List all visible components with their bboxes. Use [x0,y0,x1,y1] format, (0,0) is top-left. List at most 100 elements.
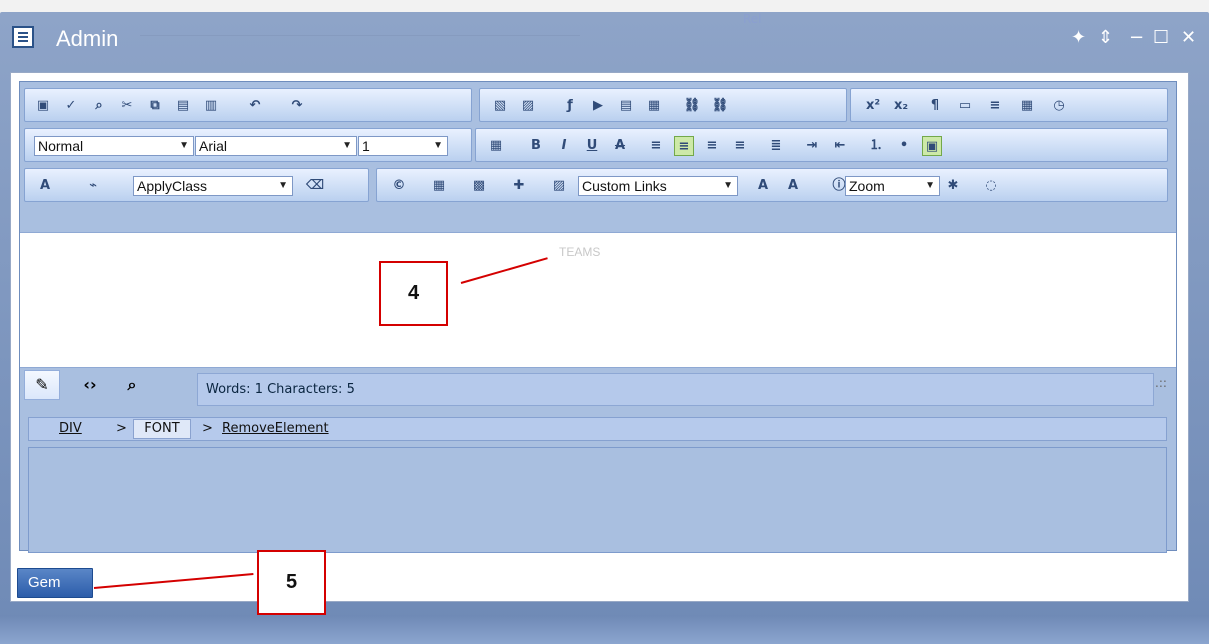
toolbar-group-classes: A ⌁ ApplyClass ▼ ⌫ [24,168,369,202]
italic-icon[interactable]: I [554,136,574,156]
justify-icon[interactable]: ≡ [730,136,750,156]
custom-links-select-value: Custom Links [582,178,667,194]
window-content: ▣ ✓ ⌕ ✂ ⧉ ▤ ▥ ↶ ↷ ▧ ▨ ƒ ▶ ▤ ▦ ⛓ ⛓ x² x₂ … [10,72,1189,615]
subscript-icon[interactable]: x₂ [891,96,911,116]
font-color-icon[interactable]: A [35,176,55,196]
bold-icon[interactable]: B [526,136,546,156]
word-count: Words: 1 Characters: 5 [197,373,1154,406]
paste-options-icon[interactable]: ▥ [201,96,221,116]
redo-icon[interactable]: ↷ [287,96,307,116]
design-mode-icon[interactable]: ✎ [24,370,60,400]
chevron-down-icon: ▼ [342,140,352,151]
close-icon[interactable]: ✕ [1181,29,1196,47]
align-center-icon[interactable]: ≡ [674,136,694,156]
undo-icon[interactable]: ↶ [245,96,265,116]
clock-icon[interactable]: ◷ [1049,96,1069,116]
resize-icon[interactable]: ⇕ [1098,29,1113,47]
style-select[interactable]: Normal ▼ [34,136,194,156]
toolbar-group-format: x² x₂ ¶ ▭ ≡ ▦ ◷ [850,88,1168,122]
flash-icon[interactable]: ƒ [560,96,580,116]
print-icon[interactable]: ▣ [33,96,53,116]
format-stripper-icon[interactable]: ⌫ [305,176,325,196]
rich-text-editor: ▣ ✓ ⌕ ✂ ⧉ ▤ ▥ ↶ ↷ ▧ ▨ ƒ ▶ ▤ ▦ ⛓ ⛓ x² x₂ … [19,81,1177,553]
cut-icon[interactable]: ✂ [117,96,137,116]
calendar-icon[interactable]: ▦ [1017,96,1037,116]
spellcheck-icon[interactable]: ✓ [61,96,81,116]
image-map-icon[interactable]: ▨ [518,96,538,116]
toolbar-row-2: Normal ▼ Arial ▼ 1 ▼ ▦ B I U A ≡ ≡ ≡ ≡ ≣ ⇥ … [24,126,1174,162]
toolbar-row-3: A ⌁ ApplyClass ▼ ⌫ © ▦ ▩ ✚ ▨ Custom Links… [24,166,1174,202]
remove-alignment-icon[interactable]: ≣ [766,136,786,156]
highlight-icon[interactable]: ⌁ [83,176,103,196]
snippet-icon[interactable]: ✚ [509,176,529,196]
paste-icon[interactable]: ▤ [173,96,193,116]
paragraph-icon[interactable]: ¶ [925,96,945,116]
border-icon[interactable]: ▩ [469,176,489,196]
applyclass-select[interactable]: ApplyClass ▼ [133,176,293,196]
list-format-icon[interactable]: ≡ [985,96,1005,116]
chevron-down-icon: ▼ [179,140,189,151]
remove-element-link[interactable]: RemoveElement [222,418,329,440]
html-view-icon[interactable]: ‹› [72,370,108,400]
link-icon[interactable]: ⛓ [682,96,702,116]
module-manager-icon[interactable]: ✱ [943,176,963,196]
strikethrough-icon[interactable]: A [610,136,630,156]
document-manager-icon[interactable]: ▤ [616,96,636,116]
toolbar-row-1: ▣ ✓ ⌕ ✂ ⧉ ▤ ▥ ↶ ↷ ▧ ▨ ƒ ▶ ▤ ▦ ⛓ ⛓ x² x₂ … [24,86,1174,122]
template-icon[interactable]: ▦ [644,96,664,116]
font-size-select[interactable]: 1 ▼ [358,136,448,156]
numbered-list-icon[interactable]: ⒈ [866,136,886,156]
select-all-icon[interactable]: ▦ [486,136,506,156]
editor-content-area[interactable]: TEAMS [20,232,1176,368]
chevron-down-icon: ▼ [723,180,733,191]
chevron-down-icon: ▼ [433,140,443,151]
maximize-icon[interactable]: ☐ [1153,29,1169,47]
copyright-icon[interactable]: © [389,176,409,196]
custom-links-select[interactable]: Custom Links ▼ [578,176,738,196]
media-icon[interactable]: ▶ [588,96,608,116]
convert-lower-icon[interactable]: A [753,176,773,196]
path-separator: > [202,421,213,436]
font-select[interactable]: Arial ▼ [195,136,357,156]
find-icon[interactable]: ⌕ [89,96,109,116]
help-icon[interactable]: ◌ [981,176,1001,196]
minimize-icon[interactable]: − [1129,29,1144,47]
table-icon[interactable]: ▦ [429,176,449,196]
preview-icon[interactable]: ⌕ [114,370,150,400]
titlebar: Rel Admin ✦ ⇕ − ☐ ✕ [0,12,1209,60]
image-icon[interactable]: ▧ [490,96,510,116]
unlink-icon[interactable]: ⛓ [710,96,730,116]
image-insert-icon[interactable]: ▨ [549,176,569,196]
callout-line-5 [93,573,254,589]
html-mode-icon[interactable]: ▣ [922,136,942,156]
font-size-select-value: 1 [362,138,370,154]
toolbar-group-edit: ▣ ✓ ⌕ ✂ ⧉ ▤ ▥ ↶ ↷ [24,88,472,122]
admin-window: Rel Admin ✦ ⇕ − ☐ ✕ ▣ ✓ ⌕ ✂ ⧉ ▤ ▥ ↶ ↷ ▧ … [0,12,1209,644]
toolbar-group-misc: © ▦ ▩ ✚ ▨ Custom Links ▼ A A ⓘ Zoom ▼ ✱ ◌ [376,168,1168,202]
toolbar-group-text: ▦ B I U A ≡ ≡ ≡ ≡ ≣ ⇥ ⇤ ⒈ • ▣ [475,128,1168,162]
chevron-down-icon: ▼ [925,180,935,191]
window-footer [0,615,1209,644]
zoom-select-value: Zoom [849,178,885,194]
background-link: Rel [743,12,762,26]
zoom-select[interactable]: Zoom ▼ [845,176,940,196]
chevron-down-icon: ▼ [278,180,288,191]
save-button[interactable]: Gem [17,568,93,598]
indent-icon[interactable]: ⇥ [802,136,822,156]
bulleted-list-icon[interactable]: • [894,136,914,156]
copy-icon[interactable]: ⧉ [145,96,165,116]
outdent-icon[interactable]: ⇤ [830,136,850,156]
underline-icon[interactable]: U [582,136,602,156]
path-div-link[interactable]: DIV [59,418,82,440]
window-title: Admin [56,26,119,51]
background-underline [140,24,580,36]
form-icon[interactable]: ▭ [955,96,975,116]
align-right-icon[interactable]: ≡ [702,136,722,156]
convert-upper-icon[interactable]: A [783,176,803,196]
align-left-icon[interactable]: ≡ [646,136,666,156]
pin-icon[interactable]: ✦ [1071,29,1086,47]
resize-grip-icon[interactable]: .:: [1155,376,1167,390]
style-select-value: Normal [38,138,84,154]
path-font-link[interactable]: FONT [133,419,191,439]
superscript-icon[interactable]: x² [863,96,883,116]
